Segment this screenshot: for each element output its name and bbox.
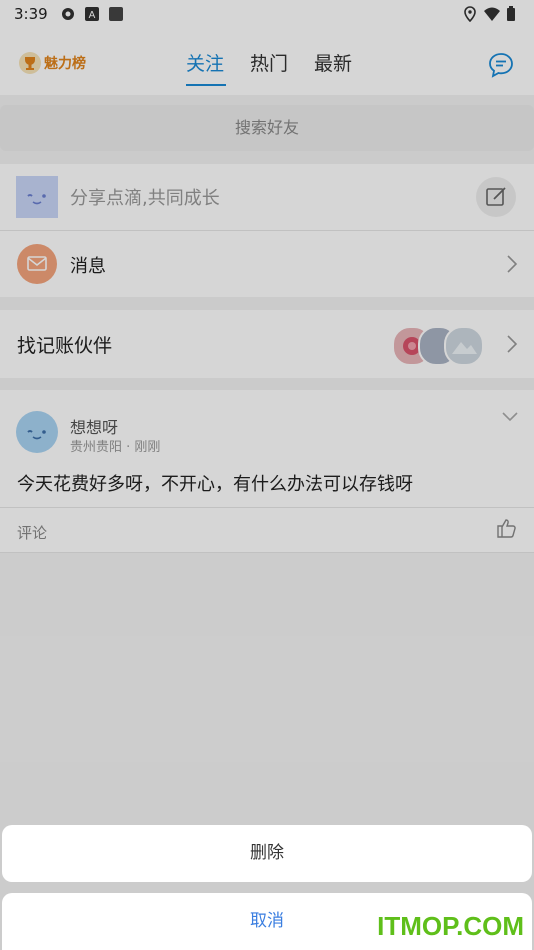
delete-button[interactable]: 删除: [2, 825, 532, 882]
watermark-text: ITMOP.COM: [377, 911, 524, 941]
modal-backdrop[interactable]: [0, 0, 534, 950]
